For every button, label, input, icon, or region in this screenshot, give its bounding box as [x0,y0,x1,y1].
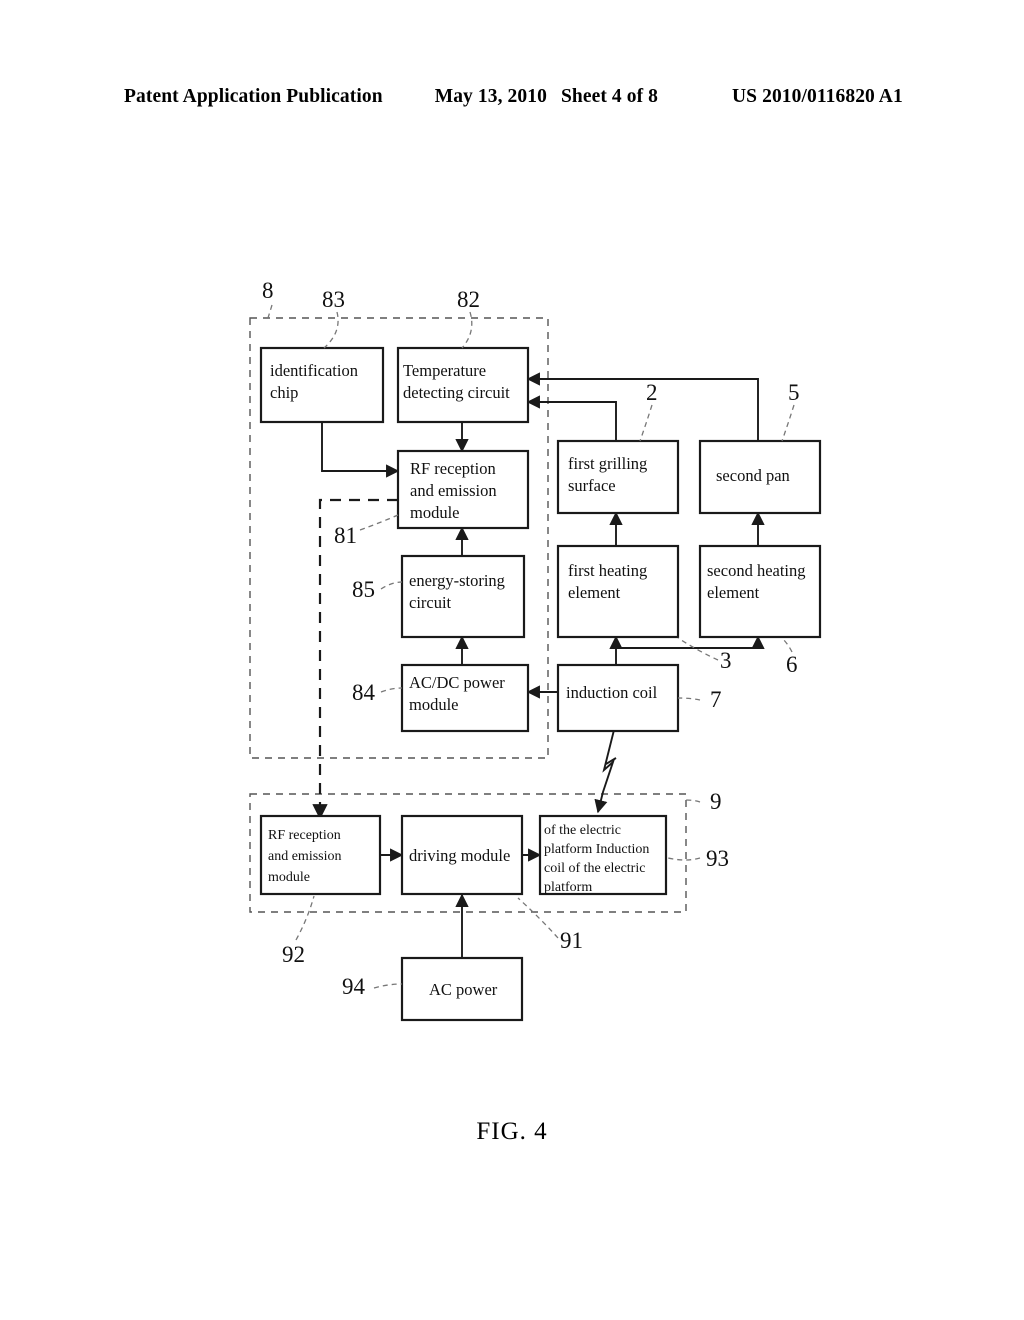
node-platform-induction-coil-label-line2: platform Induction [544,842,649,857]
node-platform-induction-coil[interactable]: of the electric platform Induction coil … [538,814,668,896]
node-identification-chip[interactable]: identification chip [259,346,385,424]
node-acdc-power-module-label-line1: AC/DC power [409,673,505,692]
node-second-pan-label-line1: second pan [716,466,790,485]
node-rf-module-upper-label-line2: and emission [410,481,497,500]
leader-second-pan [781,404,795,442]
node-acdc-power-module[interactable]: AC/DC power module [400,663,530,733]
node-temperature-detecting-circuit-label-line1: Temperature [403,361,486,380]
ref-num-device-group: 8 [262,278,274,303]
node-energy-storing-circuit[interactable]: energy-storing circuit [400,554,526,639]
figure-caption: FIG. 4 [476,1118,548,1145]
node-rf-module-upper[interactable]: RF reception and emission module [396,449,530,530]
node-rf-module-lower-label-line3: module [268,870,310,885]
node-first-grilling-surface-label-line2: surface [568,476,616,495]
leader-device-group [267,304,273,319]
node-identification-chip-label-line2: chip [270,383,298,402]
node-identification-chip-label-line1: identification [270,361,358,380]
leader-acdc-power-module [380,687,403,693]
node-rf-module-lower-label-line1: RF reception [268,828,341,843]
leader-energy-storing-circuit [380,581,403,590]
ref-num-second-heating-element: 6 [786,652,798,677]
wire-wireless-link-rf-modules [312,498,398,820]
leader-rf-module-upper [359,514,399,531]
node-platform-induction-coil-label-line3: coil of the electric [544,861,645,876]
wire-first-grilling-surface-to-temp-circuit [526,395,617,441]
node-first-heating-element[interactable]: first heating element [556,544,680,639]
node-induction-coil-label-line1: induction coil [566,683,658,702]
ref-num-identification-chip: 83 [322,287,345,312]
node-driving-module-label-line1: driving module [409,846,510,865]
node-rf-module-upper-label-line3: module [410,503,460,522]
node-temperature-detecting-circuit[interactable]: Temperature detecting circuit [396,346,530,424]
ref-num-ac-power: 94 [342,974,366,999]
node-second-pan[interactable]: second pan [698,439,822,515]
ref-num-first-heating-element: 3 [720,648,732,673]
wire-induction-coil-to-second-heating [616,635,765,649]
leader-ac-power [373,983,403,989]
node-temperature-detecting-circuit-label-line2: detecting circuit [403,383,510,402]
ref-num-rf-module-upper: 81 [334,523,357,548]
node-energy-storing-circuit-label-line2: circuit [409,593,452,612]
wireless-induction-link-icon [594,729,616,814]
node-ac-power[interactable]: AC power [400,956,524,1022]
ref-num-acdc-power-module: 84 [352,680,376,705]
ref-num-driving-module: 91 [560,928,583,953]
node-first-heating-element-label-line2: element [568,583,621,602]
node-first-grilling-surface[interactable]: first grilling surface [556,439,680,515]
node-rf-module-upper-label-line1: RF reception [410,459,496,478]
leader-platform-group [685,799,701,803]
patent-page: Patent Application Publication May 13, 2… [0,0,1024,1320]
leader-platform-induction-coil [667,857,701,861]
node-first-heating-element-label-line1: first heating [568,561,647,580]
node-platform-induction-coil-label-line1: of the electric [544,823,621,838]
node-induction-coil[interactable]: induction coil [556,663,680,733]
node-second-heating-element-label-line2: element [707,583,760,602]
wire-identification-chip-to-rf-module [321,422,400,478]
node-driving-module[interactable]: driving module [400,814,524,896]
ref-num-rf-module-lower: 92 [282,942,305,967]
ref-num-platform-group: 9 [710,789,722,814]
leader-rf-module-lower [295,895,315,941]
leader-first-heating-element [677,637,719,661]
ref-num-platform-induction-coil: 93 [706,846,729,871]
node-platform-induction-coil-label-line4: platform [544,880,592,895]
node-rf-module-lower-label-line2: and emission [268,849,342,864]
node-second-heating-element-label-line1: second heating [707,561,806,580]
ref-num-induction-coil: 7 [710,687,722,712]
node-rf-module-lower[interactable]: RF reception and emission module [259,814,382,896]
ref-num-energy-storing-circuit: 85 [352,577,375,602]
ref-num-temperature-detecting-circuit: 82 [457,287,480,312]
leader-first-grilling-surface [639,404,653,442]
node-second-heating-element[interactable]: second heating element [698,544,822,639]
ref-num-first-grilling-surface: 2 [646,380,658,405]
leader-driving-module [517,897,559,939]
node-ac-power-label-line1: AC power [429,980,498,999]
ref-num-second-pan: 5 [788,380,800,405]
node-energy-storing-circuit-label-line1: energy-storing [409,571,505,590]
leader-second-heating-element [781,637,793,653]
node-acdc-power-module-label-line2: module [409,695,459,714]
node-first-grilling-surface-label-line1: first grilling [568,454,647,473]
leader-induction-coil [677,697,701,701]
